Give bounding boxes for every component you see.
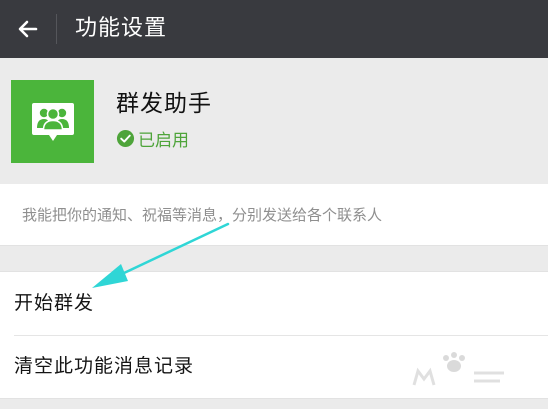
app-logo xyxy=(11,80,94,163)
top-bar-divider xyxy=(56,14,57,44)
status-label: 已启用 xyxy=(138,131,189,151)
description-text: 我能把你的通知、祝福等消息，分别发送给各个联系人 xyxy=(22,206,383,224)
top-bar: 功能设置 xyxy=(0,0,548,58)
check-circle-icon xyxy=(116,129,135,148)
settings-page: 功能设置 群发助手 已启用 我能把你的通知、祝福等消息，分别发送给各个联系人 开… xyxy=(0,0,548,409)
app-name: 群发助手 xyxy=(116,91,212,117)
back-arrow-icon xyxy=(18,20,38,38)
page-title: 功能设置 xyxy=(75,16,168,41)
group-chat-icon xyxy=(31,102,74,141)
watermark-logo xyxy=(412,352,504,386)
back-button[interactable] xyxy=(0,0,56,58)
feature-profile: 群发助手 已启用 xyxy=(0,58,548,184)
start-broadcast-item[interactable]: 开始群发 xyxy=(0,272,548,335)
status-badge: 已启用 xyxy=(116,126,189,151)
feature-description: 我能把你的通知、祝福等消息，分别发送给各个联系人 xyxy=(0,184,548,246)
